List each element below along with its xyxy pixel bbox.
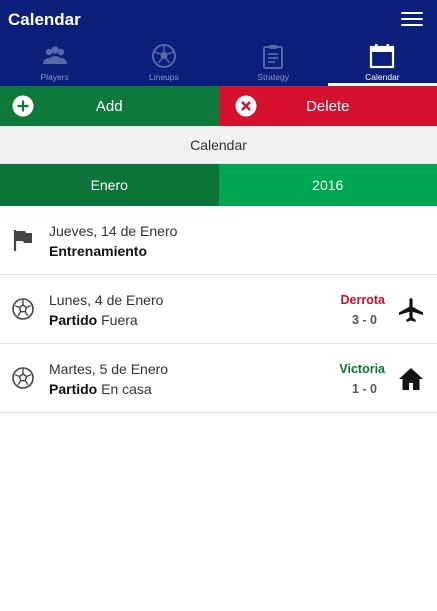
event-date: Lunes, 4 de Enero (49, 292, 164, 308)
tab-players-label: Players (40, 72, 69, 82)
soccer-ball-icon (12, 367, 34, 389)
home-icon (399, 368, 423, 390)
year-selector[interactable]: 2016 (218, 164, 437, 206)
tab-strategy-label: Strategy (257, 72, 289, 82)
event-score: 3 - 0 (351, 313, 377, 327)
soccer-ball-icon (12, 298, 34, 320)
tab-calendar[interactable]: Calendar (327, 40, 437, 86)
event-item[interactable]: Martes, 5 de Enero Partido En casa Victo… (0, 344, 437, 413)
flag-icon (13, 230, 32, 251)
event-item[interactable]: Lunes, 4 de Enero Partido Fuera Derrota … (0, 275, 437, 344)
add-button[interactable]: Add (0, 86, 219, 126)
tab-players[interactable]: Players (0, 40, 109, 86)
delete-button-label: Delete (306, 97, 350, 115)
players-icon (42, 46, 67, 64)
event-type: Partido (49, 312, 98, 328)
action-bar: Add Delete (0, 86, 437, 126)
event-result: Derrota (340, 293, 385, 307)
period-selector: Enero 2016 (0, 164, 437, 206)
event-type: Entrenamiento (49, 243, 148, 259)
event-description: Entrenamiento (49, 243, 147, 259)
tab-lineups-label: Lineups (148, 72, 179, 82)
event-list: Jueves, 14 de Enero Entrenamiento Lunes,… (0, 206, 437, 413)
event-description: Partido En casa (49, 381, 152, 397)
tab-strategy[interactable]: Strategy (219, 40, 328, 86)
event-date: Martes, 5 de Enero (49, 361, 169, 377)
event-detail: Fuera (101, 312, 138, 328)
delete-button[interactable]: Delete (218, 86, 437, 126)
event-score: 1 - 0 (351, 382, 377, 396)
month-selector[interactable]: Enero (0, 164, 219, 206)
event-type: Partido (49, 381, 98, 397)
calendar-icon (370, 44, 395, 69)
close-circle-icon (235, 95, 256, 117)
event-detail: En casa (101, 381, 152, 397)
event-result: Victoria (339, 362, 385, 376)
clipboard-icon (263, 45, 284, 69)
airplane-icon (399, 298, 423, 322)
plus-circle-icon (12, 95, 34, 117)
add-button-label: Add (95, 97, 123, 115)
event-description: Partido Fuera (49, 312, 138, 328)
tab-calendar-label: Calendar (365, 72, 400, 82)
app-title: Calendar (8, 10, 81, 29)
event-date: Jueves, 14 de Enero (49, 223, 178, 239)
tab-bar: Players Lineups Strategy Calendar (0, 40, 437, 86)
app-header: Calendar Players Lineups Strategy Calend… (0, 0, 437, 86)
section-title: Calendar (0, 126, 437, 164)
soccer-ball-icon (151, 44, 176, 68)
tab-lineups[interactable]: Lineups (109, 40, 218, 86)
hamburger-menu-icon[interactable] (401, 12, 423, 28)
event-item[interactable]: Jueves, 14 de Enero Entrenamiento (0, 206, 437, 275)
